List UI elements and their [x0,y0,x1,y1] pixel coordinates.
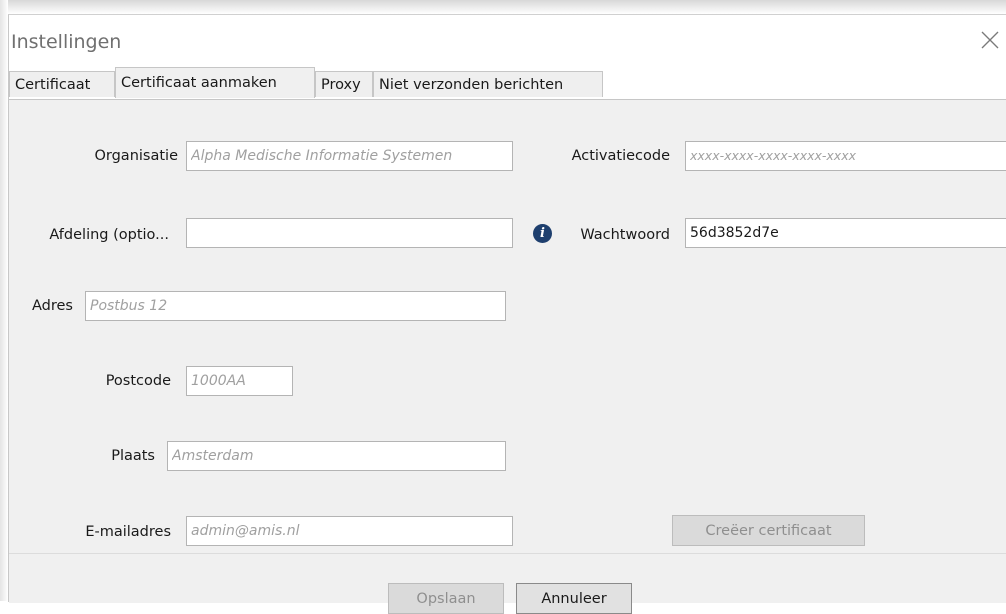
tab-certificaat[interactable]: Certificaat [9,71,115,97]
organisatie-field[interactable] [186,141,513,171]
tab-proxy[interactable]: Proxy [315,71,373,97]
afdeling-field[interactable] [186,218,513,248]
window-title: Instellingen [11,31,122,53]
postcode-field[interactable] [186,366,293,396]
cancel-button[interactable]: Annuleer [516,583,632,614]
emailadres-field[interactable] [186,516,513,546]
create-certificate-button[interactable]: Creëer certificaat [672,515,865,546]
plaats-label: Plaats [111,448,155,464]
close-icon[interactable] [975,25,1005,55]
activatiecode-field[interactable] [685,141,1006,171]
organisatie-label: Organisatie [94,148,178,164]
footer-divider [9,553,1006,554]
window-shadow-left [0,0,8,601]
tab-certificaat-aanmaken[interactable]: Certificaat aanmaken [115,67,315,98]
tab-niet-verzonden-berichten[interactable]: Niet verzonden berichten [373,71,603,97]
tab-panel-certificaat-aanmaken: Organisatie Afdeling (optio... Adres Pos… [9,99,1006,614]
activatiecode-label: Activatiecode [571,148,670,164]
settings-dialog: Instellingen Certificaat Certificaat aan… [8,14,1006,614]
wachtwoord-label: Wachtwoord [580,227,670,243]
title-bar: Instellingen [9,15,1006,69]
tab-bar: Certificaat Certificaat aanmaken Proxy N… [9,67,1006,99]
postcode-label: Postcode [105,373,171,389]
afdeling-label: Afdeling (optio... [49,227,169,243]
window-shadow-top [0,0,1006,14]
wachtwoord-field[interactable] [685,218,1006,248]
save-button[interactable]: Opslaan [388,583,504,614]
adres-label: Adres [32,298,73,314]
adres-field[interactable] [85,291,506,321]
emailadres-label: E-mailadres [85,524,171,540]
plaats-field[interactable] [167,441,506,471]
info-icon[interactable]: i [533,224,552,243]
